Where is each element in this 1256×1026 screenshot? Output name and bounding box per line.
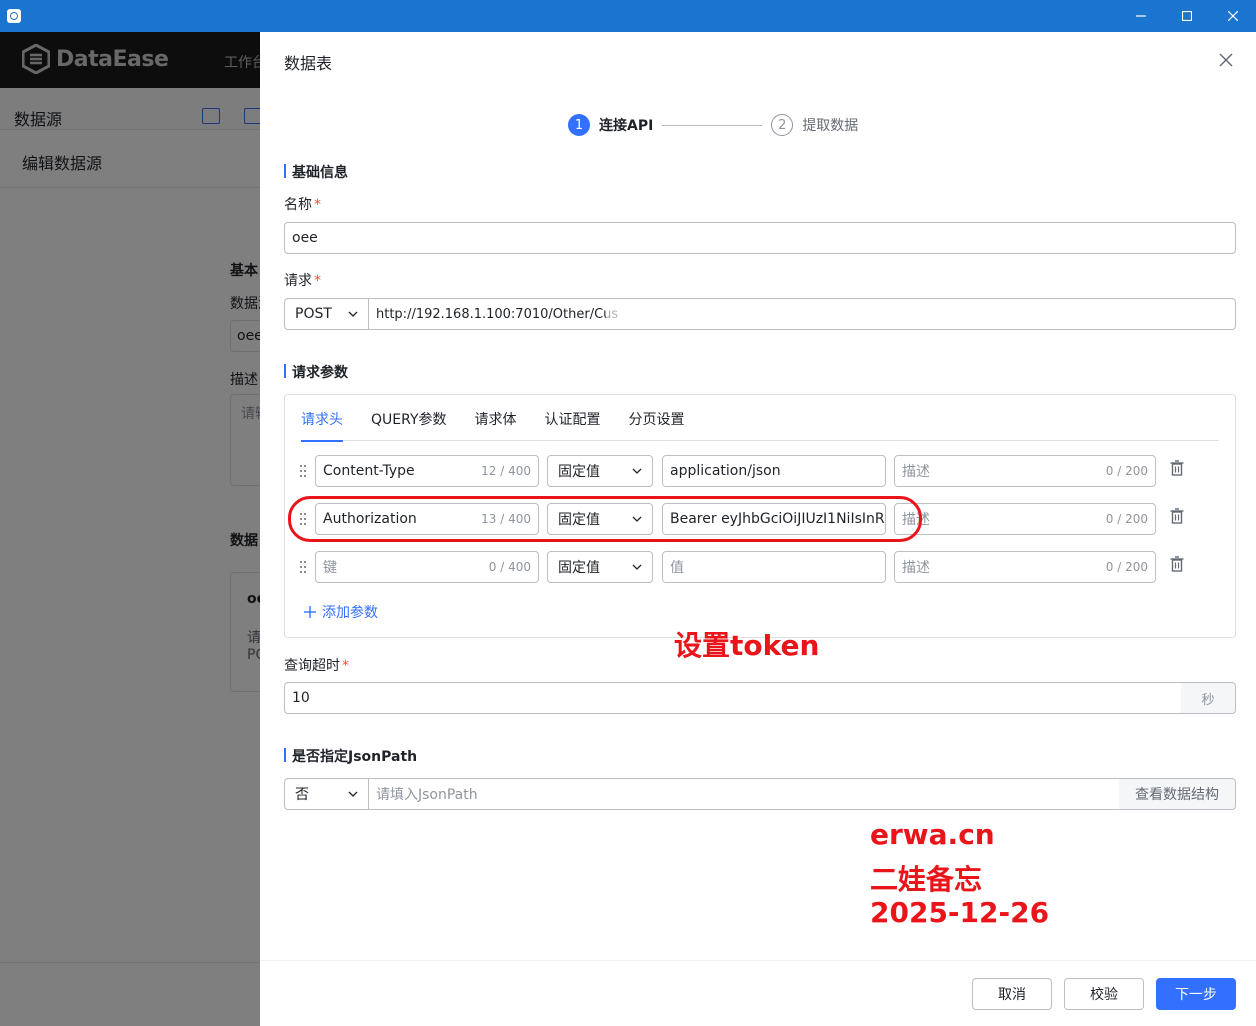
- next-button[interactable]: 下一步: [1156, 978, 1236, 1010]
- method-select[interactable]: POST: [284, 298, 369, 330]
- timeout-value: 10: [292, 690, 310, 706]
- name-input[interactable]: oee: [284, 222, 1236, 254]
- timeout-unit: 秒: [1181, 682, 1236, 714]
- datatable-drawer: 数据表 1 连接API 2 提取数据 基础信息 名称 * oee 请求 * POST…: [260, 32, 1256, 1026]
- name-label-text: 名称: [284, 197, 312, 213]
- step-2-label: 提取数据: [802, 118, 859, 134]
- basic-info-heading: 基础信息: [284, 162, 348, 182]
- header-key-placeholder: 键: [323, 560, 337, 576]
- maximize-button[interactable]: [1164, 0, 1210, 32]
- desc-counter: 0 / 200: [1105, 464, 1148, 478]
- request-params-heading: 请求参数: [284, 362, 348, 382]
- step-2-number: 2: [771, 114, 794, 136]
- header-desc-input[interactable]: 描述 0 / 200: [894, 503, 1156, 535]
- annotation-date: 2025-12-26: [870, 896, 1050, 929]
- validate-button[interactable]: 校验: [1064, 978, 1144, 1010]
- minimize-icon: [1136, 15, 1146, 17]
- close-window-button[interactable]: [1210, 0, 1256, 32]
- drag-handle-icon[interactable]: [300, 561, 308, 573]
- tab-body[interactable]: 请求体: [475, 409, 517, 441]
- request-label-text: 请求: [284, 273, 312, 289]
- jsonpath-heading: 是否指定JsonPath: [284, 746, 417, 766]
- annotation-site: erwa.cn: [870, 818, 995, 851]
- required-mark: *: [314, 273, 321, 289]
- tab-headers[interactable]: 请求头: [301, 409, 343, 442]
- tab-query[interactable]: QUERY参数: [371, 409, 447, 441]
- annotation-memo: 二娃备忘: [870, 863, 983, 896]
- tab-auth[interactable]: 认证配置: [545, 409, 601, 441]
- name-label: 名称 *: [284, 194, 321, 214]
- cancel-button[interactable]: 取消: [972, 978, 1052, 1010]
- desc-placeholder: 描述: [902, 560, 930, 576]
- chevron-down-icon: [632, 468, 642, 474]
- header-key-input[interactable]: 键 0 / 400: [315, 551, 539, 583]
- header-type-value: 固定值: [558, 464, 600, 480]
- tab-pagination[interactable]: 分页设置: [629, 409, 685, 441]
- os-title-bar: [0, 0, 1256, 32]
- annotation-token-note: 设置token: [674, 629, 820, 662]
- chevron-down-icon: [632, 564, 642, 570]
- plus-icon: [304, 606, 316, 618]
- timeout-label: 查询超时 *: [284, 655, 349, 675]
- jsonpath-placeholder: 请填入JsonPath: [376, 787, 478, 803]
- header-value-input[interactable]: 值: [662, 551, 886, 583]
- add-param-label: 添加参数: [322, 605, 378, 621]
- header-type-value: 固定值: [558, 560, 600, 576]
- header-desc-input[interactable]: 描述 0 / 200: [894, 551, 1156, 583]
- step-connector: [662, 124, 763, 126]
- key-counter: 0 / 400: [488, 560, 531, 574]
- step-1-number: 1: [568, 114, 590, 136]
- maximize-icon: [1182, 11, 1192, 21]
- request-label: 请求 *: [284, 270, 321, 290]
- desc-placeholder: 描述: [902, 464, 930, 480]
- desc-counter: 0 / 200: [1105, 560, 1148, 574]
- add-param-button[interactable]: 添加参数: [304, 602, 378, 622]
- drawer-footer: 取消 校验 下一步: [260, 960, 1256, 1026]
- jsonpath-select-value: 否: [295, 787, 309, 803]
- timeout-label-text: 查询超时: [284, 658, 340, 674]
- delete-row-icon[interactable]: [1170, 508, 1184, 524]
- key-counter: 12 / 400: [481, 464, 531, 478]
- params-tabs: 请求头 QUERY参数 请求体 认证配置 分页设置: [301, 409, 1219, 442]
- chevron-down-icon: [348, 791, 358, 797]
- annotation-highlight-ring: [288, 496, 922, 542]
- header-desc-input[interactable]: 描述 0 / 200: [894, 455, 1156, 487]
- app-icon: [7, 9, 21, 23]
- header-value-placeholder: 值: [670, 560, 684, 576]
- required-mark: *: [342, 658, 349, 674]
- desc-counter: 0 / 200: [1105, 512, 1148, 526]
- required-mark: *: [314, 197, 321, 213]
- delete-row-icon[interactable]: [1170, 460, 1184, 476]
- jsonpath-input[interactable]: 请填入JsonPath: [368, 778, 1120, 810]
- header-type-select[interactable]: 固定值: [547, 455, 653, 487]
- drawer-title: 数据表: [284, 54, 333, 73]
- minimize-button[interactable]: [1118, 0, 1164, 32]
- method-value: POST: [295, 306, 332, 322]
- url-input[interactable]: http://192.168.1.100:7010/Other/Cus: [368, 298, 1236, 330]
- close-icon: [1228, 11, 1238, 21]
- step-1-label: 连接API: [599, 118, 654, 134]
- view-structure-button[interactable]: 查看数据结构: [1119, 778, 1236, 810]
- header-value-input[interactable]: application/json: [662, 455, 886, 487]
- chevron-down-icon: [348, 311, 358, 317]
- close-drawer-icon[interactable]: [1218, 52, 1234, 68]
- header-type-select[interactable]: 固定值: [547, 551, 653, 583]
- header-key-value: Content-Type: [323, 463, 415, 479]
- header-value: application/json: [670, 463, 781, 479]
- url-redaction: [606, 302, 796, 326]
- drag-handle-icon[interactable]: [300, 465, 308, 477]
- jsonpath-select[interactable]: 否: [284, 778, 369, 810]
- name-value: oee: [292, 230, 318, 246]
- url-value: http://192.168.1.100:7010/Other/Cus: [376, 306, 619, 322]
- delete-row-icon[interactable]: [1170, 556, 1184, 572]
- header-key-input[interactable]: Content-Type 12 / 400: [315, 455, 539, 487]
- timeout-input[interactable]: 10: [284, 682, 1182, 714]
- steps: 1 连接API 2 提取数据: [568, 114, 858, 136]
